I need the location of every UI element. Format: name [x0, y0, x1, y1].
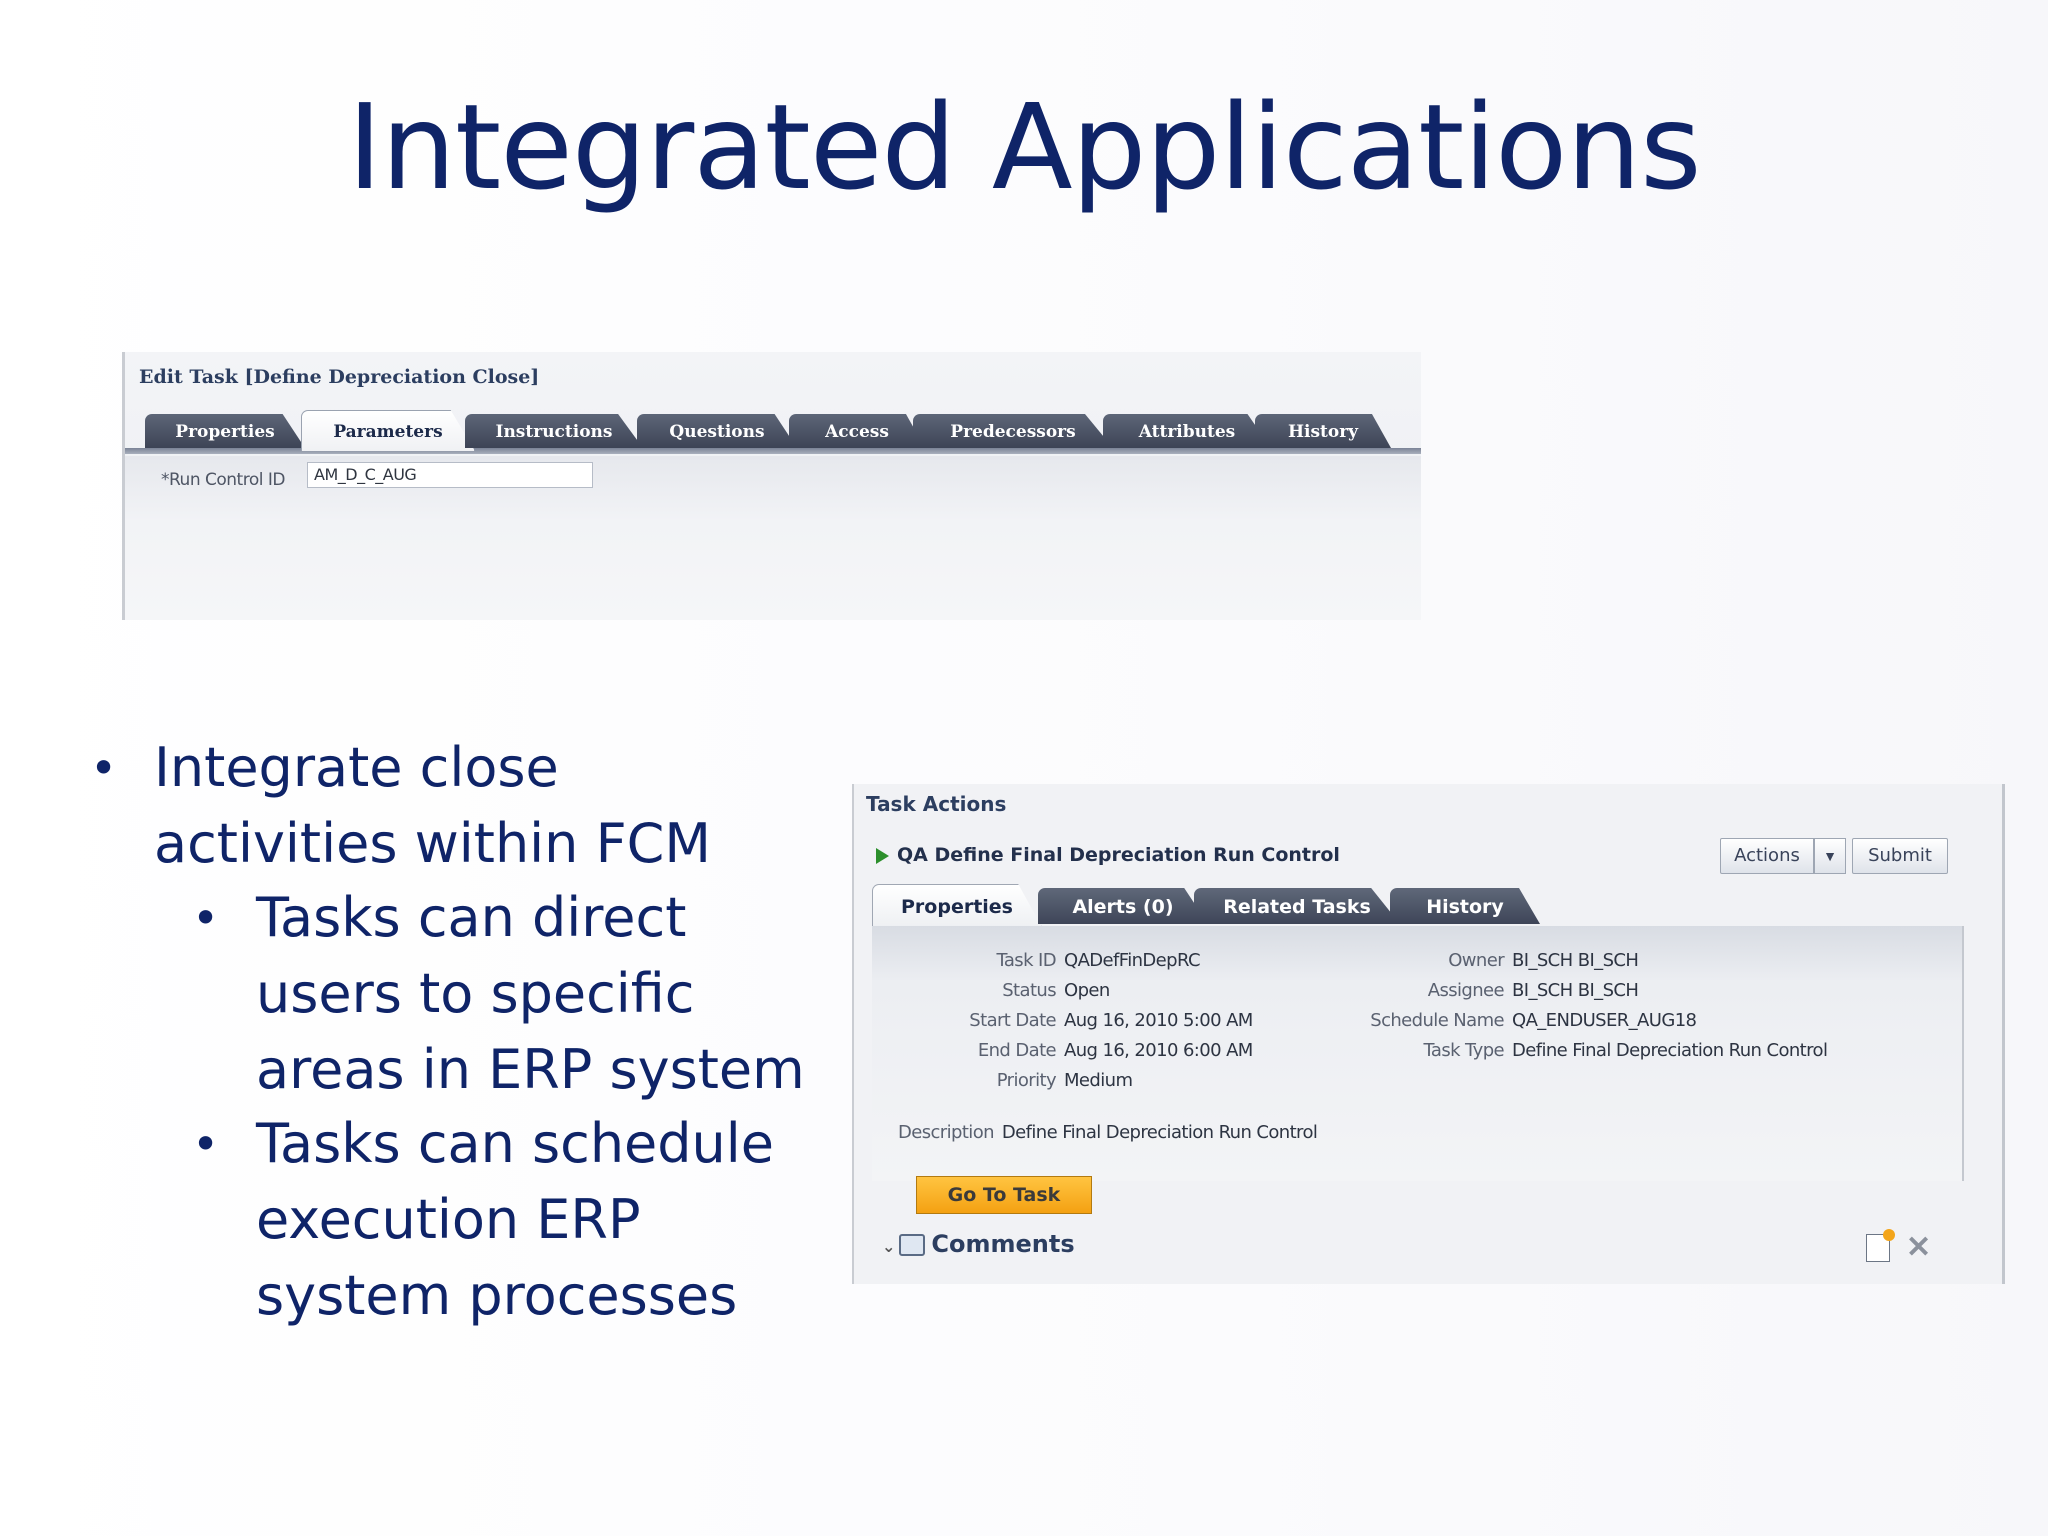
field-value: Medium — [1064, 1070, 1133, 1091]
bullet-dot: • — [192, 1117, 220, 1171]
field-label: Description — [898, 1122, 995, 1143]
field-label: End Date — [977, 1040, 1057, 1061]
slide-title: Integrated Applications — [347, 78, 1701, 216]
task-actions-panel: Task Actions QA Define Final Depreciatio… — [852, 784, 2005, 1284]
tab-history[interactable]: History — [1255, 414, 1391, 448]
field-label: Task ID — [996, 950, 1056, 971]
field-task-type: Task Type Define Final Depreciation Run C… — [1362, 1040, 1827, 1061]
edit-task-panel: Edit Task [Define Depreciation Close] Pr… — [122, 352, 1421, 620]
tab-instructions[interactable]: Instructions — [465, 414, 643, 448]
field-label: Assignee — [1427, 980, 1505, 1001]
tab-access[interactable]: Access — [789, 414, 925, 448]
field-value: BI_SCH BI_SCH — [1512, 980, 1639, 1001]
field-owner: Owner BI_SCH BI_SCH — [1362, 950, 1639, 971]
field-label: Priority — [996, 1070, 1057, 1091]
add-comment-icon[interactable] — [1866, 1229, 1895, 1262]
delete-icon[interactable]: ✕ — [1906, 1230, 1931, 1265]
tab-properties[interactable]: Properties — [872, 884, 1042, 927]
go-to-task-button[interactable]: Go To Task — [916, 1176, 1092, 1214]
field-label: Start Date — [969, 1010, 1056, 1031]
bullet-text: Integrate close activities within FCM — [154, 736, 711, 875]
expand-chevron-icon[interactable]: ⌄ — [882, 1237, 895, 1256]
bullet-text: Tasks can direct users to specific areas… — [256, 886, 805, 1101]
submit-button[interactable]: Submit — [1852, 838, 1948, 874]
task-actions-title: Task Actions — [866, 792, 1007, 816]
field-task-id: Task ID QADefFinDepRC — [962, 950, 1200, 971]
field-value: Open — [1064, 980, 1110, 1001]
task-name-heading: QA Define Final Depreciation Run Control — [876, 844, 1340, 866]
comment-bubble-icon — [899, 1234, 926, 1256]
field-start-date: Start Date Aug 16, 2010 5:00 AM — [962, 1010, 1253, 1031]
field-label: Task Type — [1423, 1040, 1504, 1061]
tab-history[interactable]: History — [1390, 888, 1540, 924]
actions-button[interactable]: Actions — [1720, 838, 1814, 874]
field-value: Aug 16, 2010 5:00 AM — [1064, 1010, 1253, 1031]
field-status: Status Open — [962, 980, 1110, 1001]
run-control-input[interactable]: AM_D_C_AUG — [307, 462, 593, 488]
actions-dropdown-chevron-down-icon[interactable]: ▼ — [1814, 838, 1846, 874]
task-name: QA Define Final Depreciation Run Control — [897, 844, 1340, 866]
field-label: Status — [1002, 980, 1056, 1001]
field-value: BI_SCH BI_SCH — [1512, 950, 1639, 971]
field-schedule-name: Schedule Name QA_ENDUSER_AUG18 — [1362, 1010, 1697, 1031]
task-actions-tabs: Properties Alerts (0) Related Tasks Hist… — [872, 884, 1972, 927]
field-value: QADefFinDepRC — [1064, 950, 1201, 971]
comments-label: Comments — [931, 1230, 1075, 1258]
field-label: Schedule Name — [1370, 1010, 1504, 1031]
edit-task-tabs: Properties Parameters Instructions Quest… — [125, 410, 1421, 454]
tab-predecessors[interactable]: Predecessors — [913, 414, 1113, 448]
tab-questions[interactable]: Questions — [637, 414, 797, 448]
field-label: Owner — [1448, 950, 1504, 971]
field-value: Define Final Depreciation Run Control — [1001, 1122, 1318, 1143]
bullet-dot: • — [90, 741, 118, 795]
bullet-text: Tasks can schedule execution ERP system … — [256, 1112, 775, 1327]
edit-task-title: Edit Task [Define Depreciation Close] — [139, 366, 540, 388]
bullet-dot: • — [192, 891, 220, 945]
tab-related-tasks[interactable]: Related Tasks — [1194, 888, 1400, 924]
field-value: Define Final Depreciation Run Control — [1512, 1040, 1828, 1061]
field-assignee: Assignee BI_SCH BI_SCH — [1362, 980, 1639, 1001]
tab-properties[interactable]: Properties — [145, 414, 305, 448]
tab-attributes[interactable]: Attributes — [1103, 414, 1271, 448]
tab-parameters[interactable]: Parameters — [301, 410, 475, 451]
run-control-label: *Run Control ID — [161, 470, 285, 490]
play-icon — [876, 847, 889, 864]
field-end-date: End Date Aug 16, 2010 6:00 AM — [962, 1040, 1253, 1061]
tab-alerts[interactable]: Alerts (0) — [1038, 888, 1208, 924]
comments-header[interactable]: ⌄ Comments — [882, 1230, 1075, 1258]
field-priority: Priority Medium — [962, 1070, 1133, 1091]
field-value: QA_ENDUSER_AUG18 — [1512, 1010, 1697, 1031]
field-value: Aug 16, 2010 6:00 AM — [1064, 1040, 1253, 1061]
field-description: Description Define Final Depreciation Run… — [898, 1122, 1318, 1143]
